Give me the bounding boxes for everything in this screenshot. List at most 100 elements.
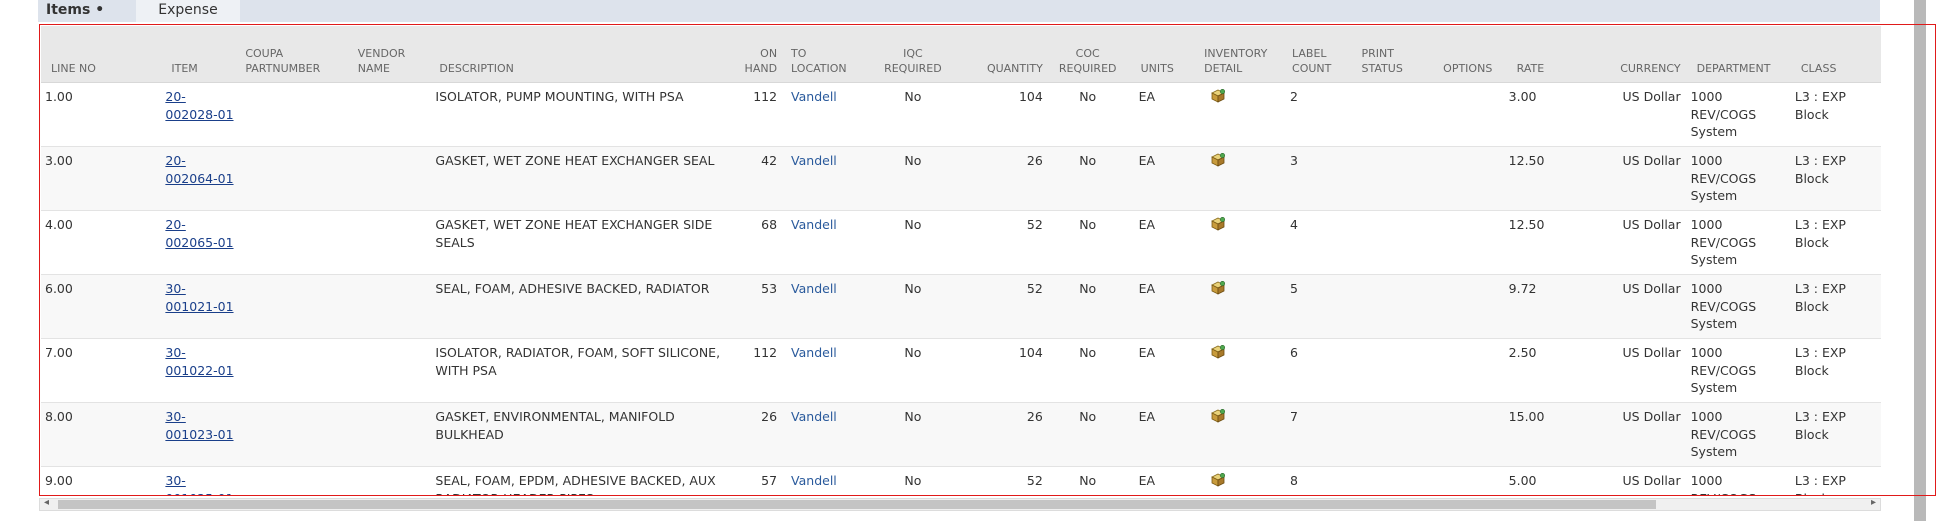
- to-location-link[interactable]: Vandell: [791, 217, 837, 232]
- rate-cell: 12.50: [1502, 146, 1597, 211]
- currency-cell: US Dollar: [1596, 210, 1685, 275]
- to-location-link[interactable]: Vandell: [791, 153, 837, 168]
- label-count-cell: 5: [1288, 274, 1358, 339]
- horizontal-scrollbar[interactable]: ◂ ▸: [39, 497, 1881, 511]
- col-header[interactable]: COC REQUIRED: [1046, 26, 1129, 83]
- units-cell: EA: [1128, 338, 1201, 403]
- class-cell: L3 : EXP Block: [1788, 338, 1881, 403]
- item-link[interactable]: 20-002065-01: [165, 217, 233, 250]
- col-header[interactable]: TO LOCATION: [781, 26, 869, 83]
- to-location-link[interactable]: Vandell: [791, 281, 837, 296]
- inventory-box-icon[interactable]: [1210, 216, 1226, 231]
- class-cell: L3 : EXP Block: [1788, 402, 1881, 467]
- scroll-right-arrow-icon[interactable]: ▸: [1871, 497, 1876, 508]
- iqc-required-cell: No: [868, 466, 957, 496]
- col-header[interactable]: PRINT STATUS: [1357, 26, 1434, 83]
- inventory-box-icon[interactable]: [1210, 472, 1226, 487]
- inventory-box-icon[interactable]: [1210, 408, 1226, 423]
- vertical-scrollbar[interactable]: [1914, 0, 1926, 521]
- to-location-link[interactable]: Vandell: [791, 345, 837, 360]
- to-location-link[interactable]: Vandell: [791, 473, 837, 488]
- col-header[interactable]: QUANTITY: [956, 26, 1047, 83]
- label-count-cell: 2: [1288, 82, 1358, 147]
- scrollbar-thumb[interactable]: [58, 500, 1656, 509]
- table-row[interactable]: 4.00 20-002065-01 GASKET, WET ZONE HEAT EX…: [41, 210, 1881, 275]
- table-row[interactable]: 8.00 30-001023-01 GASKET, ENVIRONMENTAL, M…: [41, 402, 1881, 467]
- inventory-box-icon[interactable]: [1210, 344, 1226, 359]
- col-header[interactable]: ON HAND: [734, 26, 782, 83]
- currency-cell: US Dollar: [1596, 466, 1685, 496]
- inventory-detail-cell: [1200, 274, 1289, 339]
- print-status-cell: [1357, 466, 1434, 496]
- vendor-name-cell: [353, 274, 430, 339]
- table-row[interactable]: 1.00 20-002028-01 ISOLATOR, PUMP MOUNTING,…: [41, 82, 1881, 147]
- inventory-box-icon[interactable]: [1210, 88, 1226, 103]
- department-cell: 1000 REV/COGS System: [1684, 146, 1789, 211]
- currency-cell: US Dollar: [1596, 146, 1685, 211]
- quantity-cell: 26: [956, 402, 1047, 467]
- iqc-required-cell: No: [868, 274, 957, 339]
- print-status-cell: [1357, 274, 1434, 339]
- to-location-link[interactable]: Vandell: [791, 89, 837, 104]
- on-hand-cell: 112: [734, 82, 782, 147]
- line-no-cell: 1.00: [41, 82, 152, 147]
- table-row[interactable]: 6.00 30-001021-01 SEAL, FOAM, ADHESIVE BAC…: [41, 274, 1881, 339]
- line-no-cell: 9.00: [41, 466, 152, 496]
- col-header[interactable]: ITEM: [151, 26, 242, 83]
- options-cell: [1433, 146, 1503, 211]
- col-header[interactable]: VENDOR NAME: [353, 26, 430, 83]
- vendor-name-cell: [353, 338, 430, 403]
- col-header[interactable]: INVENTORY DETAIL: [1200, 26, 1289, 83]
- inventory-detail-cell: [1200, 402, 1289, 467]
- inventory-detail-cell: [1200, 82, 1289, 147]
- coc-required-cell: No: [1046, 338, 1129, 403]
- units-cell: EA: [1128, 274, 1201, 339]
- col-header[interactable]: OPTIONS: [1433, 26, 1503, 83]
- quantity-cell: 26: [956, 146, 1047, 211]
- to-location-link[interactable]: Vandell: [791, 409, 837, 424]
- item-link[interactable]: 20-002064-01: [165, 153, 233, 186]
- item-link[interactable]: 20-002028-01: [165, 89, 233, 122]
- table-row[interactable]: 9.00 30-001025-01 SEAL, FOAM, EPDM, ADHESI…: [41, 466, 1881, 496]
- item-link[interactable]: 30-001023-01: [165, 409, 233, 442]
- col-header[interactable]: DESCRIPTION: [429, 26, 735, 83]
- rate-cell: 2.50: [1502, 338, 1597, 403]
- rate-cell: 5.00: [1502, 466, 1597, 496]
- col-header[interactable]: UNITS: [1128, 26, 1201, 83]
- col-header[interactable]: LINE NO: [41, 26, 152, 83]
- col-header[interactable]: DEPARTMENT: [1684, 26, 1789, 83]
- col-header[interactable]: RATE: [1502, 26, 1597, 83]
- col-header[interactable]: COUPA PARTNUMBER: [241, 26, 354, 83]
- item-link[interactable]: 30-001021-01: [165, 281, 233, 314]
- print-status-cell: [1357, 338, 1434, 403]
- rate-cell: 3.00: [1502, 82, 1597, 147]
- col-header[interactable]: LABEL COUNT: [1288, 26, 1358, 83]
- description-cell: GASKET, WET ZONE HEAT EXCHANGER SIDE SEA…: [429, 210, 735, 275]
- tab-items[interactable]: Items •: [38, 0, 112, 22]
- quantity-cell: 52: [956, 466, 1047, 496]
- currency-cell: US Dollar: [1596, 82, 1685, 147]
- tab-expense[interactable]: Expense: [136, 0, 240, 22]
- item-cell: 30-001022-01: [151, 338, 242, 403]
- table-body: 1.00 20-002028-01 ISOLATOR, PUMP MOUNTING,…: [41, 82, 1881, 496]
- on-hand-cell: 42: [734, 146, 782, 211]
- col-header[interactable]: IQC REQUIRED: [868, 26, 957, 83]
- item-link[interactable]: 30-001022-01: [165, 345, 233, 378]
- label-count-cell: 3: [1288, 146, 1358, 211]
- coc-required-cell: No: [1046, 466, 1129, 496]
- col-header[interactable]: CLASS: [1788, 26, 1881, 83]
- table-row[interactable]: 3.00 20-002064-01 GASKET, WET ZONE HEAT EX…: [41, 146, 1881, 211]
- item-cell: 20-002064-01: [151, 146, 242, 211]
- col-header[interactable]: CURRENCY: [1596, 26, 1685, 83]
- options-cell: [1433, 466, 1503, 496]
- department-cell: 1000 REV/COGS System: [1684, 466, 1789, 496]
- scroll-left-arrow-icon[interactable]: ◂: [44, 497, 49, 508]
- coc-required-cell: No: [1046, 82, 1129, 147]
- description-cell: ISOLATOR, PUMP MOUNTING, WITH PSA: [429, 82, 735, 147]
- inventory-box-icon[interactable]: [1210, 152, 1226, 167]
- inventory-box-icon[interactable]: [1210, 280, 1226, 295]
- table-row[interactable]: 7.00 30-001022-01 ISOLATOR, RADIATOR, FOAM…: [41, 338, 1881, 403]
- class-cell: L3 : EXP Block: [1788, 82, 1881, 147]
- to-location-cell: Vandell: [781, 146, 869, 211]
- item-link[interactable]: 30-001025-01: [165, 473, 233, 496]
